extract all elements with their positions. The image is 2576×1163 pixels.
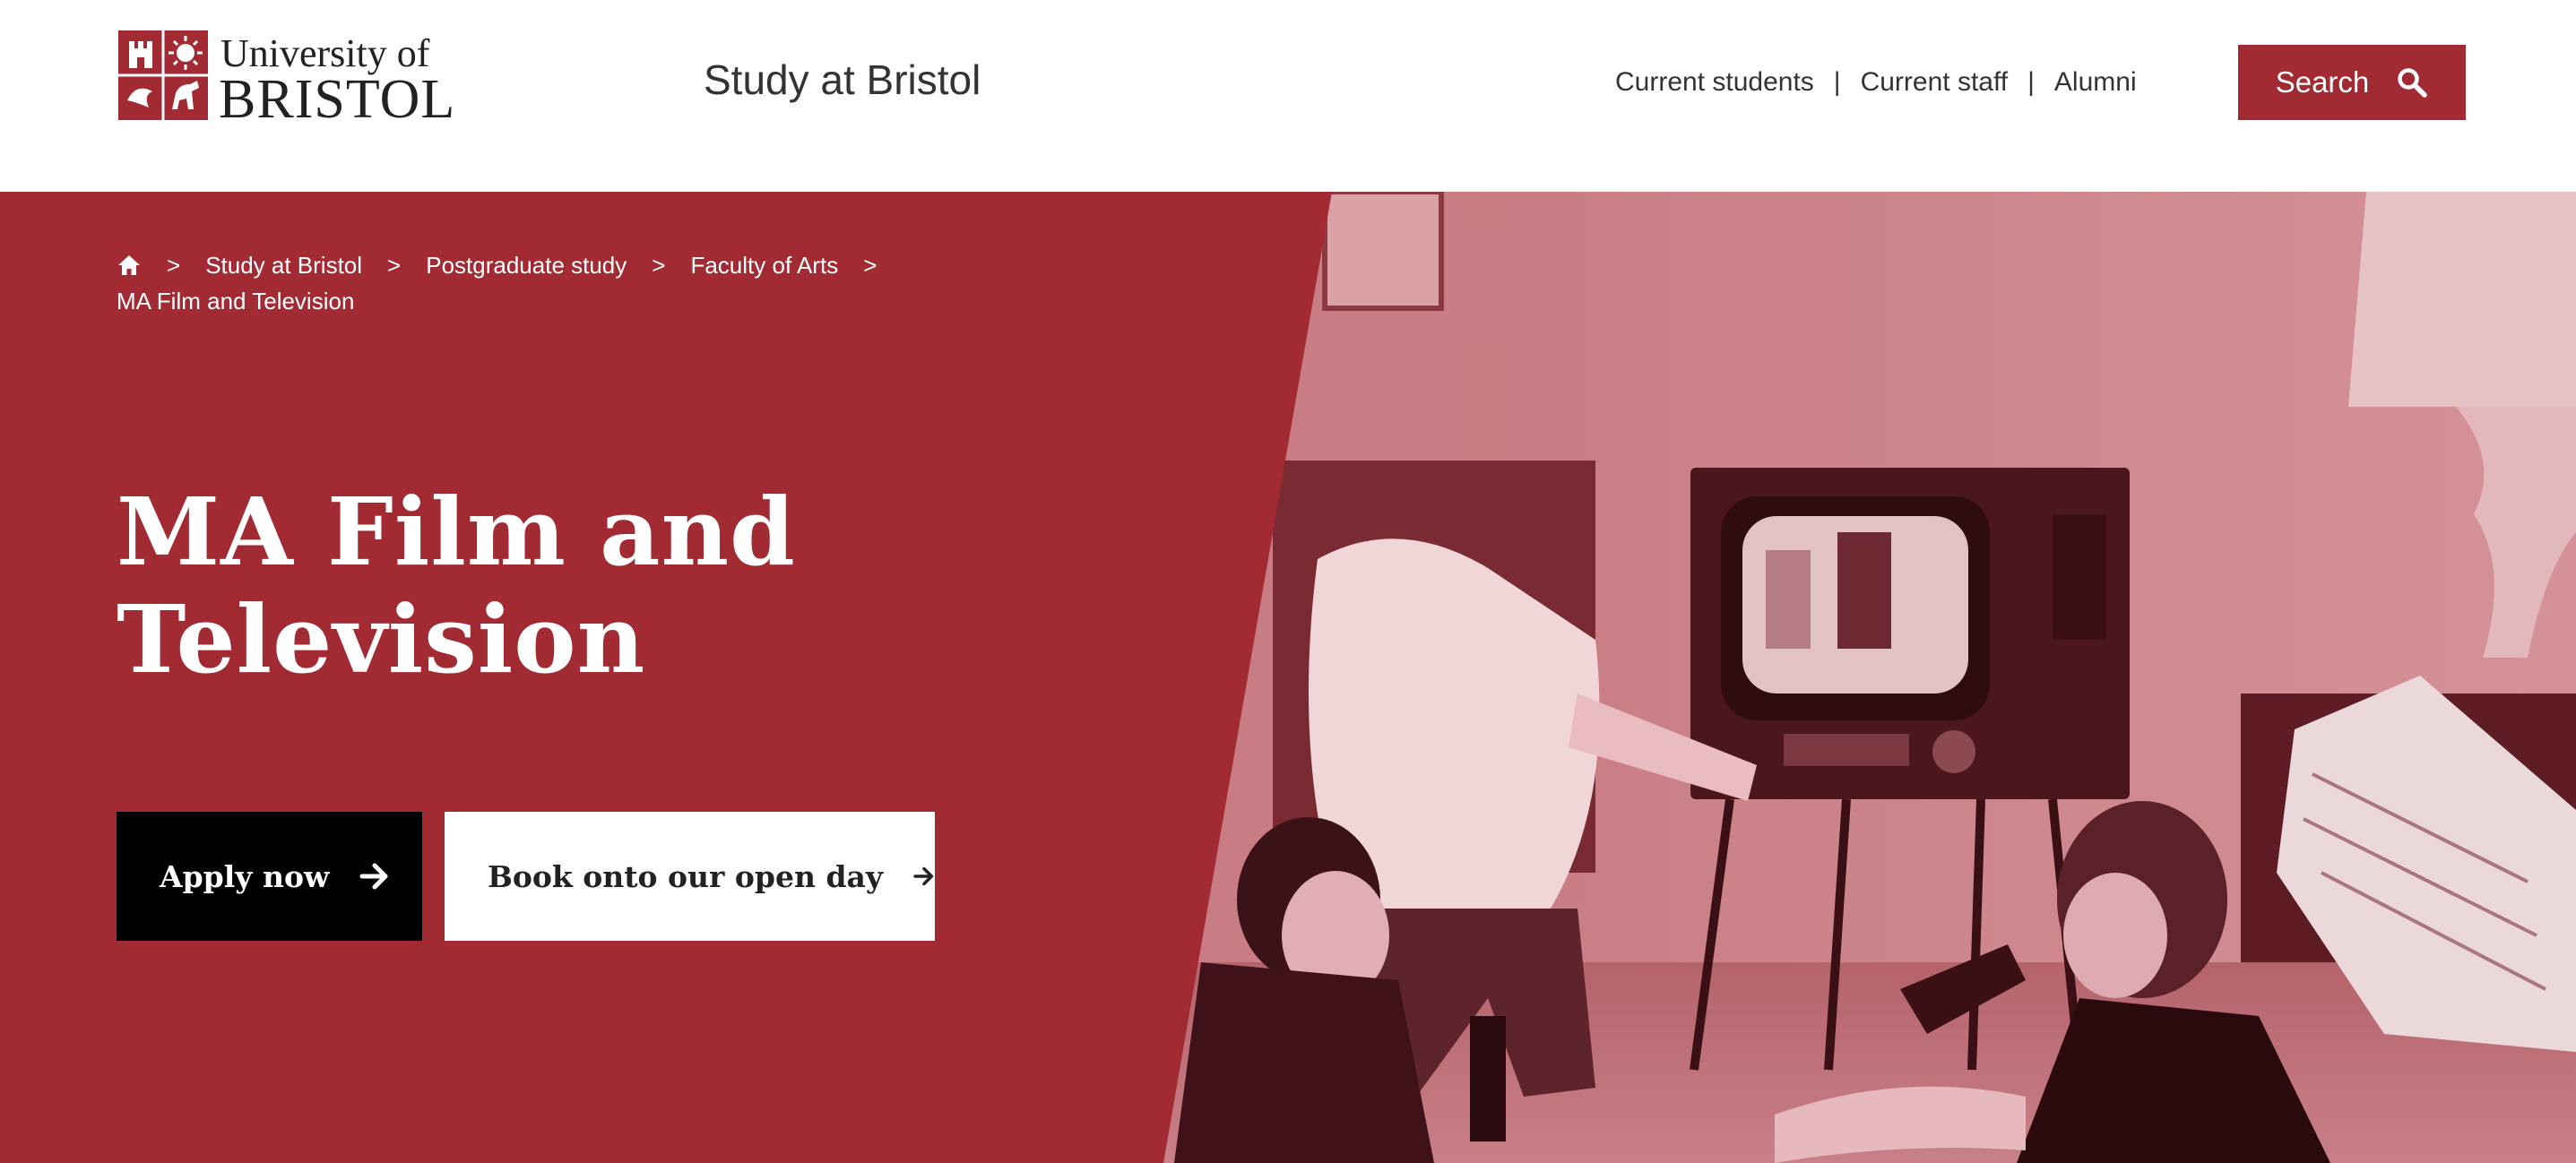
- breadcrumb: > Study at Bristol > Postgraduate study …: [117, 247, 923, 319]
- breadcrumb-separator: >: [652, 252, 666, 279]
- apply-now-label: Apply now: [160, 858, 330, 894]
- breadcrumb-item-current-page: MA Film and Television: [117, 288, 355, 314]
- breadcrumb-separator: >: [387, 252, 402, 279]
- breadcrumb-item-postgraduate-study[interactable]: Postgraduate study: [426, 247, 627, 283]
- nav-link-current-staff[interactable]: Current staff: [1861, 67, 2009, 98]
- arrow-right-icon: [913, 866, 934, 886]
- breadcrumb-separator: >: [167, 252, 181, 279]
- breadcrumb-item-study-at-bristol[interactable]: Study at Bristol: [205, 247, 362, 283]
- search-button[interactable]: Search: [2238, 45, 2466, 120]
- university-logo[interactable]: University of BRISTOL: [117, 27, 454, 127]
- utility-nav: Current students | Current staff | Alumn…: [1615, 65, 2137, 100]
- search-icon: [2398, 68, 2428, 98]
- search-button-label: Search: [2275, 65, 2370, 99]
- logo-text-university: University of: [220, 31, 430, 75]
- hero-banner: > Study at Bristol > Postgraduate study …: [0, 192, 2576, 1163]
- nav-link-alumni[interactable]: Alumni: [2054, 67, 2137, 98]
- page-title: MA Film and Television: [117, 478, 923, 693]
- home-icon[interactable]: [117, 253, 142, 278]
- apply-now-button[interactable]: Apply now: [117, 812, 422, 941]
- breadcrumb-separator: >: [863, 252, 877, 279]
- nav-separator: |: [2027, 67, 2035, 97]
- crest-icon: [118, 30, 208, 120]
- nav-separator: |: [1833, 67, 1841, 97]
- nav-link-current-students[interactable]: Current students: [1615, 67, 1814, 98]
- logo-text-bristol: BRISTOL: [219, 69, 456, 130]
- page-title-line-2: Television: [117, 584, 646, 694]
- book-open-day-label: Book onto our open day: [488, 858, 884, 894]
- page-title-line-1: MA Film and: [117, 477, 796, 587]
- book-open-day-button[interactable]: Book onto our open day: [445, 812, 935, 941]
- site-header: University of BRISTOL Study at Bristol C…: [0, 0, 2576, 192]
- arrow-right-icon: [359, 863, 388, 890]
- breadcrumb-item-faculty-of-arts[interactable]: Faculty of Arts: [690, 247, 838, 283]
- site-title[interactable]: Study at Bristol: [704, 56, 981, 104]
